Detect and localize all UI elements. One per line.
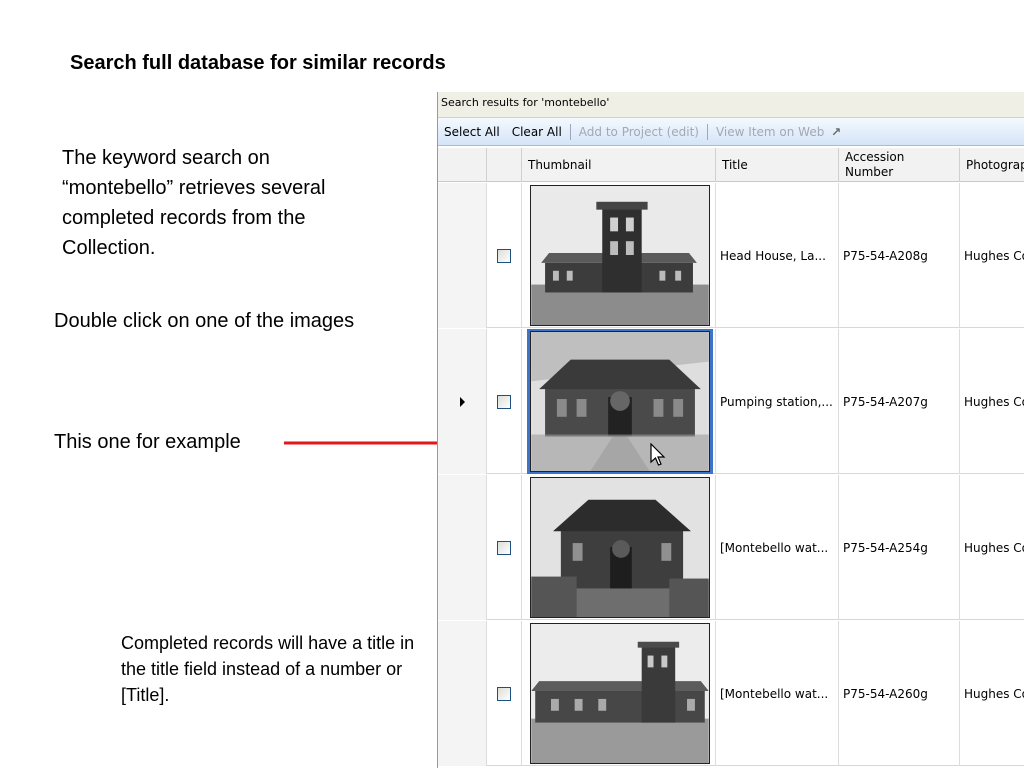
column-header-title-label: Title <box>722 157 748 172</box>
column-header-photographer[interactable]: Photographer <box>960 148 1024 182</box>
accession-number-cell: P75-54-A254g <box>839 475 960 620</box>
photographer-cell: Hughes Co <box>960 329 1024 474</box>
arrow-up-right-icon: ↗ <box>831 124 842 139</box>
row-select-cell <box>487 329 522 474</box>
thumbnail-cell <box>522 475 716 620</box>
header-select[interactable] <box>487 148 522 182</box>
results-grid-header: Thumbnail Title Accession Number Photogr… <box>438 148 1024 182</box>
row-checkbox[interactable] <box>497 394 511 409</box>
column-header-accession-number[interactable]: Accession Number <box>839 148 960 182</box>
row-indicator[interactable] <box>438 183 487 328</box>
accession-number-cell: P75-54-A260g <box>839 621 960 766</box>
thumbnail-image[interactable] <box>530 623 710 764</box>
thumbnail-image[interactable] <box>530 185 710 326</box>
title-cell: Pumping station,... <box>716 329 839 474</box>
row-select-cell <box>487 621 522 766</box>
table-row[interactable]: Head House, La... P75-54-A208g Hughes Co <box>438 183 1024 328</box>
title-cell: [Montebello wat... <box>716 475 839 620</box>
triangle-right-icon <box>459 396 465 407</box>
photographer-cell: Hughes Co <box>960 183 1024 328</box>
select-all-button[interactable]: Select All <box>438 125 506 139</box>
toolbar-separator <box>569 123 571 140</box>
title-cell: [Montebello wat... <box>716 621 839 766</box>
row-select-cell <box>487 183 522 328</box>
table-row[interactable]: [Montebello wat... P75-54-A260g Hughes C… <box>438 621 1024 766</box>
search-results-header: Search results for 'montebello' <box>438 92 1024 118</box>
search-results-window: Search results for 'montebello' Select A… <box>437 92 1024 768</box>
view-item-on-web-label: View Item on Web <box>715 124 825 139</box>
row-checkbox[interactable] <box>497 686 511 701</box>
accession-number-cell: P75-54-A207g <box>839 329 960 474</box>
row-select-cell <box>487 475 522 620</box>
photographer-cell: Hughes Co <box>960 621 1024 766</box>
thumbnail-cell <box>522 621 716 766</box>
clear-all-button[interactable]: Clear All <box>506 125 568 139</box>
slide-title: Search full database for similar records <box>70 52 446 74</box>
header-row-indicator <box>438 148 487 182</box>
add-to-project-button[interactable]: Add to Project (edit) <box>573 125 705 139</box>
row-checkbox[interactable] <box>497 248 511 263</box>
row-indicator[interactable] <box>438 475 487 620</box>
mouse-pointer-icon <box>650 443 666 466</box>
row-indicator[interactable] <box>438 621 487 766</box>
photographer-cell: Hughes Co <box>960 475 1024 620</box>
toolbar-separator <box>706 123 708 140</box>
title-cell: Head House, La... <box>716 183 839 328</box>
column-header-photographer-label: Photographer <box>966 157 1024 172</box>
thumbnail-cell <box>522 329 716 474</box>
note-example: This one for example <box>54 431 241 453</box>
note-completed-records: Completed records will have a title in t… <box>121 633 415 705</box>
column-header-title[interactable]: Title <box>716 148 839 182</box>
column-header-accession-label: Accession Number <box>845 150 905 179</box>
table-row[interactable]: [Montebello wat... P75-54-A254g Hughes C… <box>438 475 1024 620</box>
thumbnail-image[interactable] <box>530 477 710 618</box>
row-indicator[interactable] <box>438 329 487 474</box>
column-header-thumbnail-label: Thumbnail <box>528 157 592 172</box>
row-checkbox[interactable] <box>497 540 511 555</box>
accession-number-cell: P75-54-A208g <box>839 183 960 328</box>
view-item-on-web-button[interactable]: View Item on Web ↗ <box>710 125 847 139</box>
thumbnail-cell <box>522 183 716 328</box>
column-header-thumbnail[interactable]: Thumbnail <box>522 148 716 182</box>
thumbnail-image[interactable] <box>527 329 713 474</box>
note-keyword-search: The keyword search on “montebello” retri… <box>62 147 326 259</box>
note-double-click: Double click on one of the images <box>54 310 355 332</box>
results-toolbar: Select All Clear All Add to Project (edi… <box>438 118 1024 146</box>
table-row[interactable]: Pumping station,... P75-54-A207g Hughes … <box>438 329 1024 474</box>
